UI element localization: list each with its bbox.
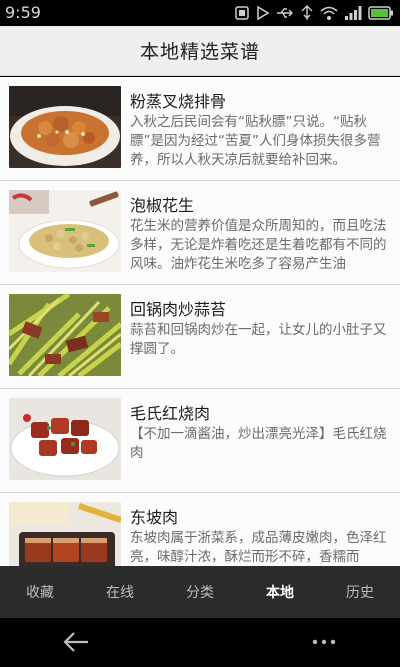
tab-local[interactable]: 本地 [240, 566, 320, 618]
status-icons [234, 4, 394, 22]
recipe-thumbnail [9, 86, 121, 168]
wifi-icon [320, 5, 338, 21]
status-bar: 9:59 [0, 0, 400, 26]
recipe-name: 粉蒸叉烧排骨 [130, 92, 227, 111]
status-time: 9:59 [5, 3, 41, 22]
transfer-icon [300, 5, 314, 21]
recipe-thumbnail [9, 502, 121, 566]
system-nav-bar [0, 618, 400, 667]
recipe-name: 东坡肉 [130, 508, 179, 527]
recipe-name: 泡椒花生 [130, 196, 195, 215]
recipe-list[interactable]: 粉蒸叉烧排骨 入秋之后民间会有“贴秋膘”只说。“贴秋膘”是因为经过“苦夏”人们身… [0, 77, 400, 566]
recipe-name: 回锅肉炒蒜苔 [130, 300, 227, 319]
title-bar: 本地精选菜谱 [0, 26, 400, 76]
tab-history[interactable]: 历史 [320, 566, 400, 618]
recipe-thumbnail [9, 398, 121, 480]
tab-category[interactable]: 分类 [160, 566, 240, 618]
recipe-list-item[interactable]: 东坡肉 东坡肉属于浙菜系，成品薄皮嫩肉，色泽红亮，味醇汁浓，酥烂而形不碎，香糯而 [0, 493, 400, 566]
recipe-thumbnail [9, 190, 121, 272]
recipe-name: 毛氏红烧肉 [130, 404, 211, 423]
usb-icon [276, 6, 294, 20]
signal-icon [344, 5, 362, 21]
recipe-thumbnail [9, 294, 121, 376]
recipe-description: 【不加一滴酱油，炒出漂亮光泽】毛氏红烧肉 [130, 426, 387, 461]
recipe-description: 东坡肉属于浙菜系，成品薄皮嫩肉，色泽红亮，味醇汁浓，酥烂而形不碎，香糯而 [130, 530, 387, 565]
usb-debug-icon [234, 5, 250, 21]
recipe-list-item[interactable]: 粉蒸叉烧排骨 入秋之后民间会有“贴秋膘”只说。“贴秋膘”是因为经过“苦夏”人们身… [0, 77, 400, 181]
play-icon [256, 5, 270, 21]
tab-favorites[interactable]: 收藏 [0, 566, 80, 618]
recipe-description: 蒜苔和回锅肉炒在一起，让女儿的小肚子又撑圆了。 [130, 322, 387, 357]
bottom-tab-bar: 收藏 在线 分类 本地 历史 [0, 566, 400, 618]
recipe-description: 花生米的营养价值是众所周知的，而且吃法多样，无论是炸着吃还是生着吃都有不同的风味… [130, 218, 387, 272]
recipe-list-item[interactable]: 回锅肉炒蒜苔 蒜苔和回锅肉炒在一起，让女儿的小肚子又撑圆了。 [0, 285, 400, 389]
recipe-description: 入秋之后民间会有“贴秋膘”只说。“贴秋膘”是因为经过“苦夏”人们身体损失很多营养… [130, 114, 381, 168]
recipe-list-item[interactable]: 毛氏红烧肉 【不加一滴酱油，炒出漂亮光泽】毛氏红烧肉 [0, 389, 400, 493]
recipe-list-item[interactable]: 泡椒花生 花生米的营养价值是众所周知的，而且吃法多样，无论是炸着吃还是生着吃都有… [0, 181, 400, 285]
back-arrow-icon[interactable] [62, 630, 90, 658]
tab-online[interactable]: 在线 [80, 566, 160, 618]
battery-icon [368, 6, 394, 20]
more-dots-icon[interactable] [310, 630, 338, 658]
page-title: 本地精选菜谱 [139, 41, 260, 63]
